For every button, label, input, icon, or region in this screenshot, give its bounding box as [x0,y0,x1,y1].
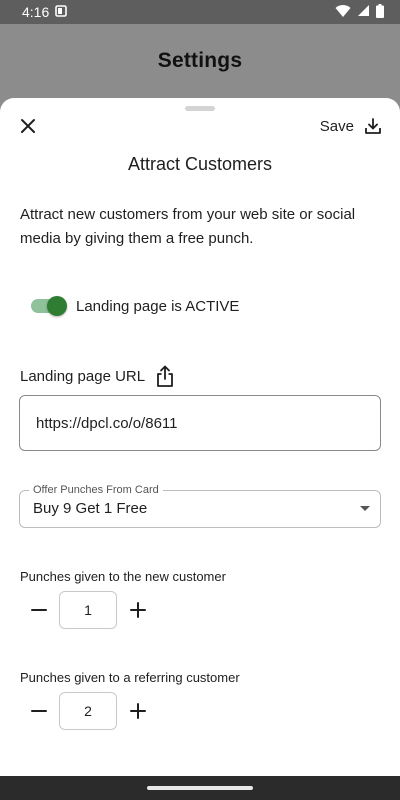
url-value: https://dpcl.co/o/8611 [36,414,178,432]
status-bar: 4:16 [0,0,400,24]
landing-page-toggle-row: Landing page is ACTIVE [30,294,239,318]
toggle-label: Landing page is ACTIVE [76,297,240,315]
referring-customer-punches-label: Punches given to a referring customer [20,670,240,685]
share-button[interactable] [153,364,177,388]
status-left: 4:16 [22,4,68,20]
dropdown-arrow-icon [360,506,370,511]
battery-icon [376,3,384,21]
decrement-button[interactable] [28,599,50,621]
status-right [335,3,384,21]
referring-customer-stepper: 2 [28,692,149,730]
home-gesture-pill[interactable] [147,786,253,790]
new-customer-punches-label: Punches given to the new customer [20,569,226,584]
close-icon [21,119,35,133]
landing-page-url-field[interactable]: https://dpcl.co/o/8611 [19,395,381,451]
select-value: Buy 9 Get 1 Free [33,500,148,517]
wifi-icon [335,4,351,21]
minus-icon [31,609,47,611]
url-label-row: Landing page URL [20,364,177,388]
save-label: Save [319,117,354,135]
new-customer-stepper: 1 [28,591,149,629]
new-customer-punches-value[interactable]: 1 [59,591,117,629]
status-time: 4:16 [22,4,50,20]
share-icon [157,365,174,387]
navigation-bar [0,776,400,800]
referring-customer-punches-value[interactable]: 2 [59,692,117,730]
url-label: Landing page URL [20,367,146,385]
landing-page-toggle[interactable] [30,294,68,318]
drag-handle[interactable] [185,106,215,111]
download-icon [365,118,381,134]
page-title: Settings [157,49,243,72]
app-header: Settings [0,24,400,98]
increment-button[interactable] [127,700,149,722]
bottom-sheet: Save Attract Customers Attract new custo… [0,98,400,776]
signal-icon [357,4,370,20]
toggle-thumb [47,296,67,316]
decrement-button[interactable] [28,700,50,722]
save-button[interactable]: Save [320,114,382,138]
offer-card-select[interactable]: Offer Punches From Card Buy 9 Get 1 Free [19,483,381,528]
select-legend: Offer Punches From Card [29,483,163,497]
sheet-title: Attract Customers [127,154,273,174]
plus-icon [130,602,146,618]
notification-square-icon [55,4,68,20]
minus-icon [31,710,47,712]
plus-icon [130,703,146,719]
description-text: Attract new customers from your web site… [20,206,356,247]
close-button[interactable] [16,114,40,138]
increment-button[interactable] [127,599,149,621]
